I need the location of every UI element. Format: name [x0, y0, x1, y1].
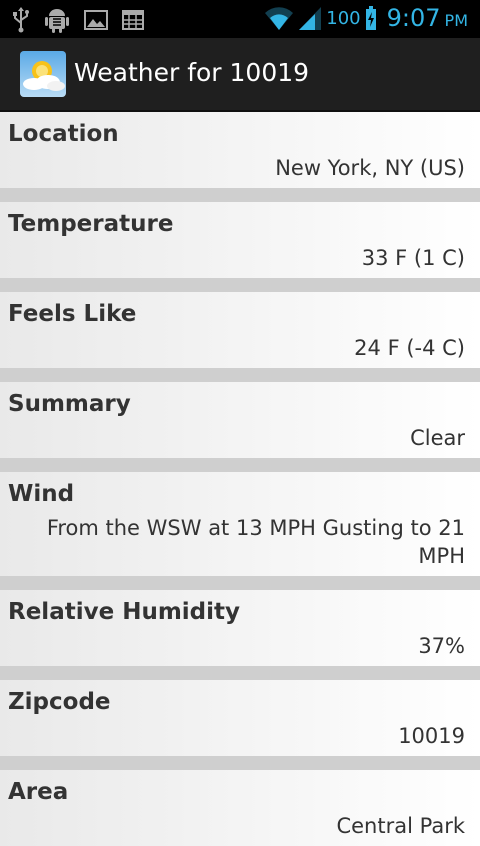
divider [0, 666, 480, 680]
divider [0, 368, 480, 382]
item-label: Location [8, 121, 119, 147]
clock: 9:07 PM [387, 4, 468, 32]
item-value: 10019 [398, 724, 465, 748]
item-value: Central Park [336, 814, 465, 838]
list-item-feels-like: Feels Like 24 F (-4 C) [0, 292, 480, 368]
item-value: 33 F (1 C) [361, 246, 465, 270]
item-label: Zipcode [8, 689, 111, 715]
usb-icon [12, 7, 30, 33]
notification-icons [12, 6, 144, 34]
item-label: Feels Like [8, 301, 137, 327]
battery-charging-icon [365, 5, 377, 31]
system-status: 100 9:07 PM [264, 4, 468, 32]
item-label: Summary [8, 391, 131, 417]
android-debug-icon [44, 6, 70, 34]
divider [0, 576, 480, 590]
item-label: Relative Humidity [8, 599, 240, 625]
item-value: Clear [410, 426, 465, 450]
item-value: 37% [418, 634, 465, 658]
signal-icon [298, 5, 322, 31]
wifi-icon [264, 5, 294, 31]
list-item-temperature: Temperature 33 F (1 C) [0, 202, 480, 278]
weather-details-list: Location New York, NY (US) Temperature 3… [0, 112, 480, 846]
clock-ampm: PM [444, 11, 468, 30]
item-value: From the WSW at 13 MPH Gusting to 21 MPH [46, 516, 465, 568]
clock-time: 9:07 [386, 4, 441, 32]
battery-level: 100 [326, 7, 361, 29]
action-bar: Weather for 10019 [0, 38, 480, 112]
page-title: Weather for 10019 [74, 58, 310, 87]
calendar-icon [122, 9, 144, 31]
weather-app-icon[interactable] [20, 51, 66, 97]
list-item-relative-humidity: Relative Humidity 37% [0, 590, 480, 666]
divider [0, 188, 480, 202]
item-label: Temperature [8, 211, 174, 237]
list-item-area: Area Central Park [0, 770, 480, 846]
list-item-wind: Wind From the WSW at 13 MPH Gusting to 2… [0, 472, 480, 576]
item-label: Wind [8, 481, 75, 507]
divider [0, 756, 480, 770]
divider [0, 278, 480, 292]
list-item-summary: Summary Clear [0, 382, 480, 458]
item-value: New York, NY (US) [275, 156, 465, 180]
list-item-location: Location New York, NY (US) [0, 112, 480, 188]
gallery-icon [84, 9, 108, 31]
list-item-zipcode: Zipcode 10019 [0, 680, 480, 756]
item-label: Area [8, 779, 69, 805]
status-bar: 100 9:07 PM [0, 0, 480, 38]
item-value: 24 F (-4 C) [354, 336, 465, 360]
divider [0, 458, 480, 472]
